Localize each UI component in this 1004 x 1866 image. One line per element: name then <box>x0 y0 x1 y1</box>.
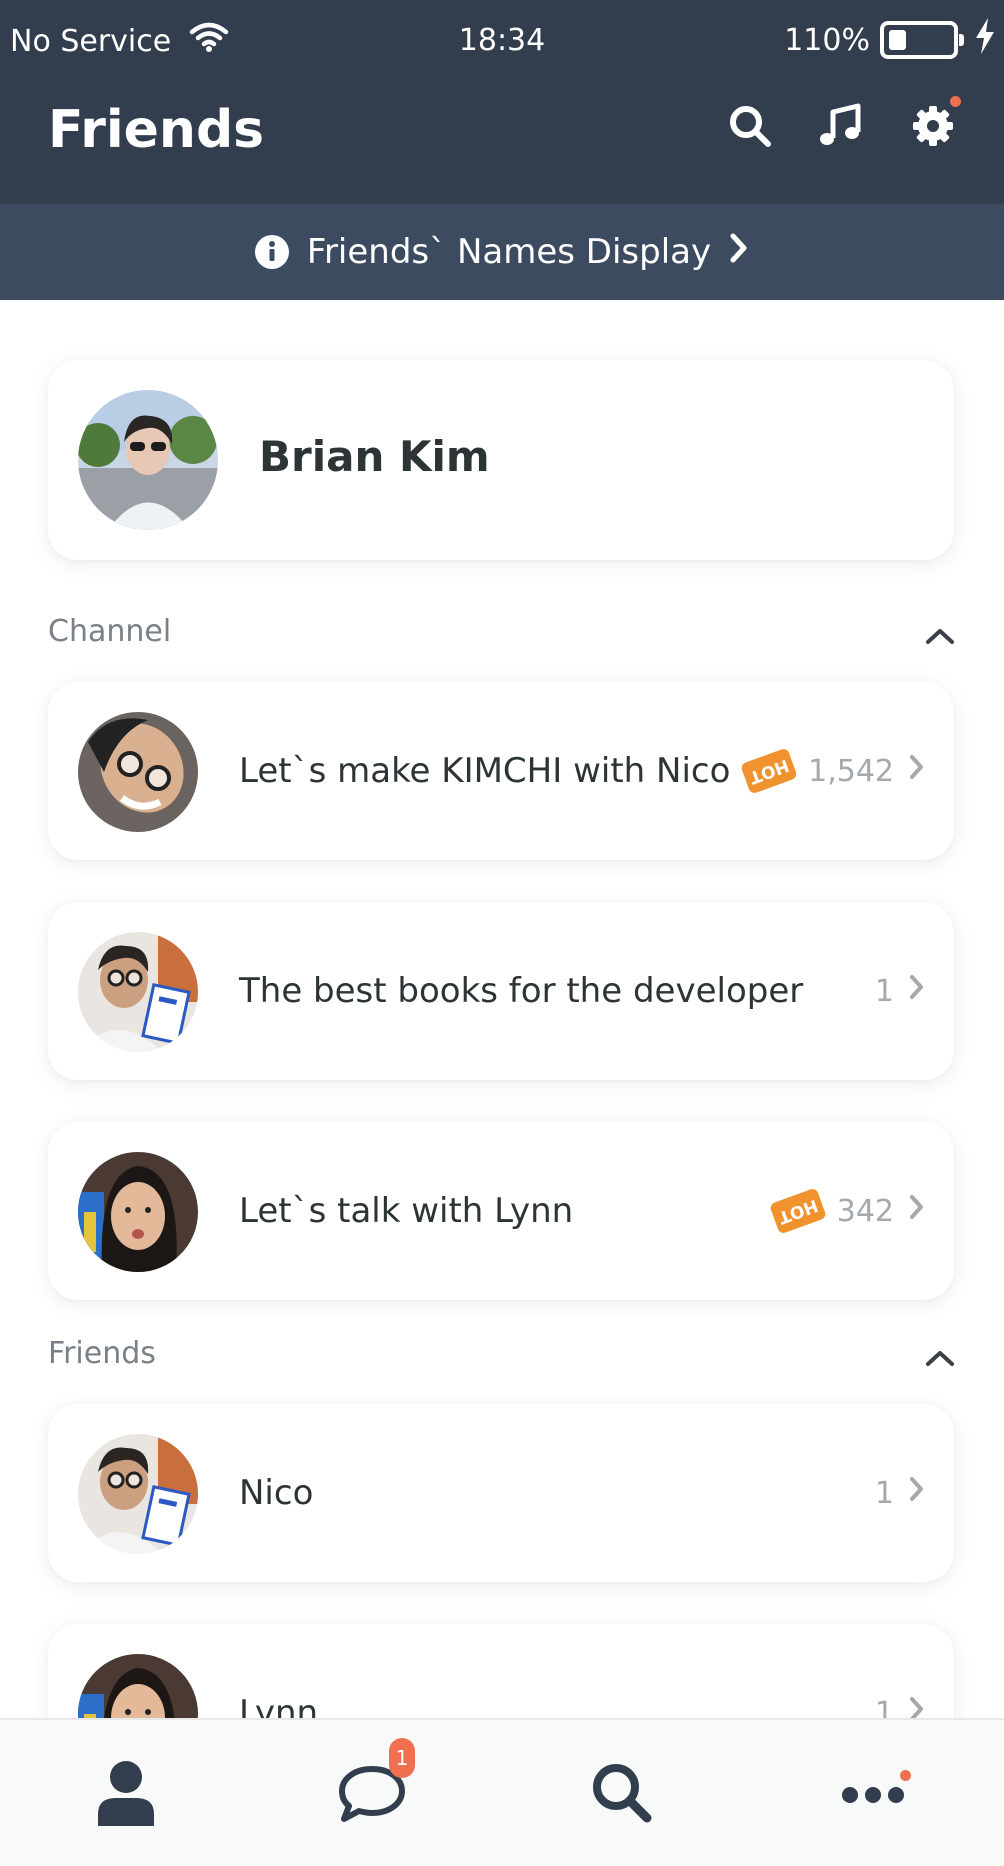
app-header: Friends <box>0 80 1004 204</box>
friend-row[interactable]: Nico 1 <box>48 1404 954 1582</box>
music-icon <box>816 102 864 154</box>
settings-notification-dot <box>950 96 961 107</box>
status-bar: No Service 18:34 110% <box>0 0 1004 80</box>
tab-chats[interactable]: 1 <box>327 1738 417 1840</box>
channel-row[interactable]: The best books for the developer 1 <box>48 902 954 1080</box>
avatar <box>78 932 198 1052</box>
search-icon <box>589 1760 655 1830</box>
avatar <box>78 712 198 832</box>
chevron-up-icon <box>924 629 956 650</box>
friend-meta: 1 <box>875 1470 926 1516</box>
battery-icon <box>880 21 964 59</box>
channel-title: Let`s talk with Lynn <box>239 1191 574 1231</box>
battery-percent: 110% <box>784 22 870 58</box>
hot-badge: HOT <box>740 747 799 795</box>
page-title: Friends <box>48 100 265 160</box>
banner-label: Friends` Names Display <box>306 232 712 272</box>
chevron-right-icon <box>908 1193 926 1229</box>
search-button[interactable] <box>720 98 780 158</box>
collapse-channel-button[interactable] <box>924 626 956 646</box>
hot-badge: HOT <box>768 1187 827 1235</box>
tab-search[interactable] <box>577 1750 667 1840</box>
avatar <box>78 390 218 530</box>
more-icon <box>840 1781 906 1809</box>
section-label-friends: Friends <box>48 1336 156 1371</box>
tab-bar: 1 <box>0 1718 1004 1866</box>
section-label-channel: Channel <box>48 614 172 649</box>
gear-icon <box>909 102 957 154</box>
avatar <box>78 1152 198 1272</box>
chevron-right-icon <box>908 753 926 789</box>
friend-name: Nico <box>239 1473 314 1513</box>
person-icon <box>96 1760 156 1830</box>
chevron-right-icon <box>908 1475 926 1511</box>
channel-count: 1,542 <box>808 753 894 789</box>
more-notification-dot <box>900 1770 911 1781</box>
channel-meta: HOT 342 <box>768 1187 926 1235</box>
channel-row[interactable]: Let`s talk with Lynn HOT 342 <box>48 1122 954 1300</box>
profile-name: Brian Kim <box>259 432 490 481</box>
chat-unread-badge: 1 <box>389 1738 415 1778</box>
channel-title: Let`s make KIMCHI with Nico <box>239 751 731 791</box>
channel-meta: 1 <box>875 968 926 1014</box>
chevron-right-icon <box>908 973 926 1009</box>
channel-row[interactable]: Let`s make KIMCHI with Nico HOT 1,542 <box>48 682 954 860</box>
settings-button[interactable] <box>903 96 963 158</box>
music-button[interactable] <box>810 98 870 158</box>
channel-meta: HOT 1,542 <box>740 747 926 795</box>
search-icon <box>726 102 774 154</box>
avatar <box>78 1434 198 1554</box>
chevron-up-icon <box>924 1351 956 1372</box>
tab-friends[interactable] <box>81 1750 171 1840</box>
friend-count: 1 <box>874 1475 894 1511</box>
channel-title: The best books for the developer <box>239 971 804 1011</box>
collapse-friends-button[interactable] <box>924 1348 956 1368</box>
info-icon <box>254 235 289 269</box>
chevron-right-icon <box>729 232 749 273</box>
my-profile-card[interactable]: Brian Kim <box>48 360 954 560</box>
status-right: 110% <box>784 18 996 62</box>
channel-count: 342 <box>836 1193 894 1229</box>
charging-icon <box>974 18 996 62</box>
names-display-banner[interactable]: Friends` Names Display <box>0 204 1004 300</box>
channel-count: 1 <box>874 973 894 1009</box>
tab-more[interactable] <box>828 1750 918 1840</box>
